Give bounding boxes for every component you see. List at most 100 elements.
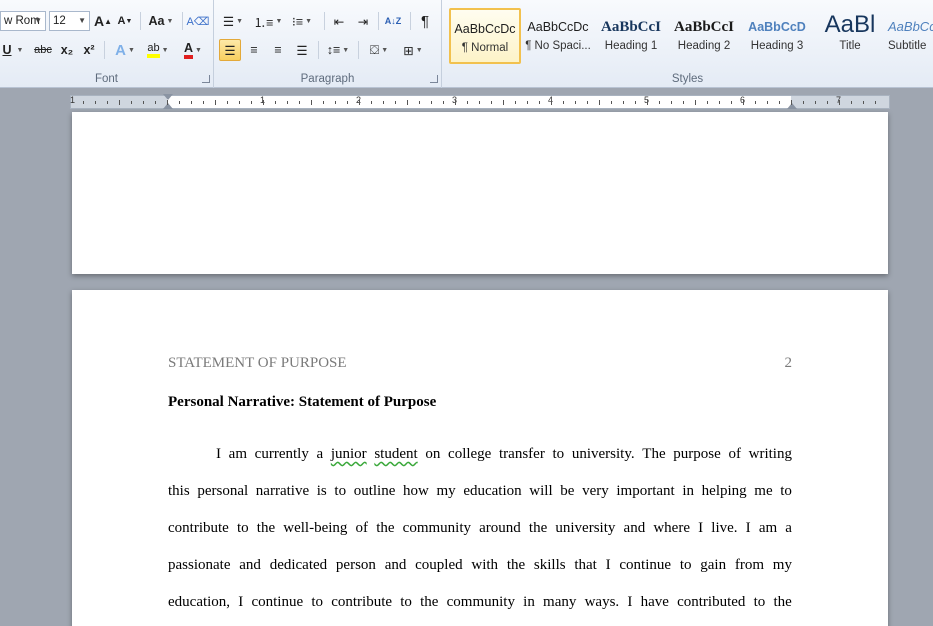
right-indent-marker[interactable] xyxy=(787,103,797,109)
highlight-button[interactable]: ab ▼ xyxy=(142,39,174,61)
word: have xyxy=(640,594,669,610)
word: college xyxy=(448,446,492,462)
style-no-spacing[interactable]: AaBbCcDc ¶ No Spaci... xyxy=(522,8,594,64)
running-head: STATEMENT OF PURPOSE xyxy=(168,355,347,371)
decrease-indent-icon: ⇤ xyxy=(333,14,345,29)
word: to xyxy=(780,483,792,499)
line-spacing-icon: ↕≡ xyxy=(326,43,341,57)
subscript-button[interactable]: x₂ xyxy=(58,39,76,61)
align-left-button[interactable]: ☰ xyxy=(219,39,241,61)
multilevel-list-button[interactable]: ⁝≡ ▼ xyxy=(288,10,316,32)
ruler-tick xyxy=(203,101,204,104)
style-heading-2[interactable]: AaBbCcI Heading 2 xyxy=(668,8,740,64)
dialog-launcher-icon[interactable] xyxy=(202,75,210,83)
numbering-button[interactable]: ⒈≡ ▼ xyxy=(253,10,283,32)
word: my xyxy=(772,557,792,573)
ruler-tick xyxy=(107,101,108,104)
word: ways. xyxy=(584,594,620,610)
ruler-tick xyxy=(611,101,612,104)
style-preview: AaBbCcD xyxy=(748,20,806,34)
word: is xyxy=(316,483,327,499)
hanging-indent-marker[interactable] xyxy=(163,103,173,109)
horizontal-ruler[interactable]: 1 1 2 3 4 5 6 7 xyxy=(70,94,890,109)
clear-formatting-button[interactable]: A⌫ xyxy=(187,10,210,32)
change-case-icon: Aa xyxy=(148,14,165,28)
numbering-icon: ⒈≡ xyxy=(253,15,274,30)
text-effects-button[interactable]: A ▼ xyxy=(110,39,140,61)
style-heading-3[interactable]: AaBbCcD Heading 3 xyxy=(741,8,813,64)
sort-button[interactable]: A↓Z xyxy=(382,10,404,32)
justify-button[interactable]: ☰ xyxy=(291,39,313,61)
first-line-indent-marker[interactable] xyxy=(163,94,173,100)
borders-button[interactable]: ⊞ ▼ xyxy=(398,39,428,61)
style-name: Heading 2 xyxy=(677,40,731,52)
ruler-tick xyxy=(683,101,684,104)
separator xyxy=(318,41,319,59)
word: outline xyxy=(353,483,396,499)
word: personal xyxy=(197,483,249,499)
multilevel-list-icon: ⁝≡ xyxy=(291,14,304,29)
word: community xyxy=(402,520,471,536)
word: purpose xyxy=(673,446,721,462)
word: will xyxy=(529,483,553,499)
grow-font-icon: A xyxy=(93,13,105,29)
word: many xyxy=(543,594,577,610)
word: to xyxy=(400,594,412,610)
font-size-combo[interactable]: 12 ▼ xyxy=(49,11,90,31)
word: the xyxy=(376,520,395,536)
grow-font-button[interactable]: A ▲ xyxy=(94,10,112,32)
word: transfer xyxy=(499,446,545,462)
paragraph-group: ☰ ▼ ⒈≡ ▼ ⁝≡ ▼ ⇤ ⇥ A↓Z ¶ ☰ ≡ ≡ ☰ ↕≡ ▼ ⛋ ▼ ⊞ ▼ P… xyxy=(214,0,442,88)
align-center-button[interactable]: ≡ xyxy=(243,39,265,61)
align-right-icon: ≡ xyxy=(274,43,282,57)
underline-dropdown[interactable]: ▼ xyxy=(14,39,24,61)
decrease-indent-button[interactable]: ⇤ xyxy=(328,10,350,32)
word: a xyxy=(316,446,324,462)
word: to xyxy=(311,594,323,610)
subscript-icon: x₂ xyxy=(60,43,74,57)
line-spacing-button[interactable]: ↕≡ ▼ xyxy=(324,39,352,61)
word: me xyxy=(754,483,773,499)
increase-indent-button[interactable]: ⇥ xyxy=(352,10,374,32)
shrink-font-button[interactable]: A ▼ xyxy=(116,10,134,32)
ruler-tick xyxy=(455,100,456,105)
ruler-tick xyxy=(515,101,516,104)
word: I xyxy=(698,520,704,536)
ruler-tick xyxy=(347,101,348,104)
style-preview: AaBbCcDc xyxy=(454,22,516,36)
show-marks-button[interactable]: ¶ xyxy=(414,10,436,32)
word: how xyxy=(403,483,429,499)
superscript-button[interactable]: x² xyxy=(80,39,98,61)
strikethrough-button[interactable]: abc xyxy=(32,39,54,61)
word: currently xyxy=(254,446,309,462)
document-page[interactable] xyxy=(72,112,888,274)
strikethrough-icon: abc xyxy=(34,44,52,56)
change-case-button[interactable]: Aa ▼ xyxy=(146,10,176,32)
word: to xyxy=(334,483,347,499)
word: I xyxy=(745,520,751,536)
style-subtitle[interactable]: AaBbCc Subtitle xyxy=(882,8,933,64)
dialog-launcher-icon[interactable] xyxy=(430,75,438,83)
document-body[interactable]: Iam currently a junior student on college trans… xyxy=(168,440,792,625)
ruler-tick xyxy=(275,101,276,104)
word: helping xyxy=(701,483,747,499)
word: and xyxy=(623,520,646,536)
ruler-tick xyxy=(359,100,360,105)
shading-button[interactable]: ⛋ ▼ xyxy=(364,39,394,61)
font-color-button[interactable]: A ▼ xyxy=(178,39,208,61)
word: of xyxy=(728,446,741,462)
style-normal[interactable]: AaBbCcDc ¶ Normal xyxy=(449,8,521,64)
style-title[interactable]: AaBl Title xyxy=(814,8,886,64)
ruler-tick xyxy=(587,101,588,104)
separator xyxy=(182,12,183,30)
ruler-tick xyxy=(599,100,600,105)
font-name-combo[interactable]: w Rom ▼ xyxy=(0,11,46,31)
ruler-tick xyxy=(503,100,504,105)
bullets-button[interactable]: ☰ ▼ xyxy=(220,10,246,32)
align-right-button[interactable]: ≡ xyxy=(267,39,289,61)
ruler-tick xyxy=(251,101,252,104)
style-heading-1[interactable]: AaBbCcI Heading 1 xyxy=(595,8,667,64)
paragraph-line: Iam currently a junior student on college trans… xyxy=(168,440,792,477)
document-page[interactable]: STATEMENT OF PURPOSE 2 Personal Narrativ… xyxy=(72,290,888,626)
underline-button[interactable]: U xyxy=(0,39,14,61)
